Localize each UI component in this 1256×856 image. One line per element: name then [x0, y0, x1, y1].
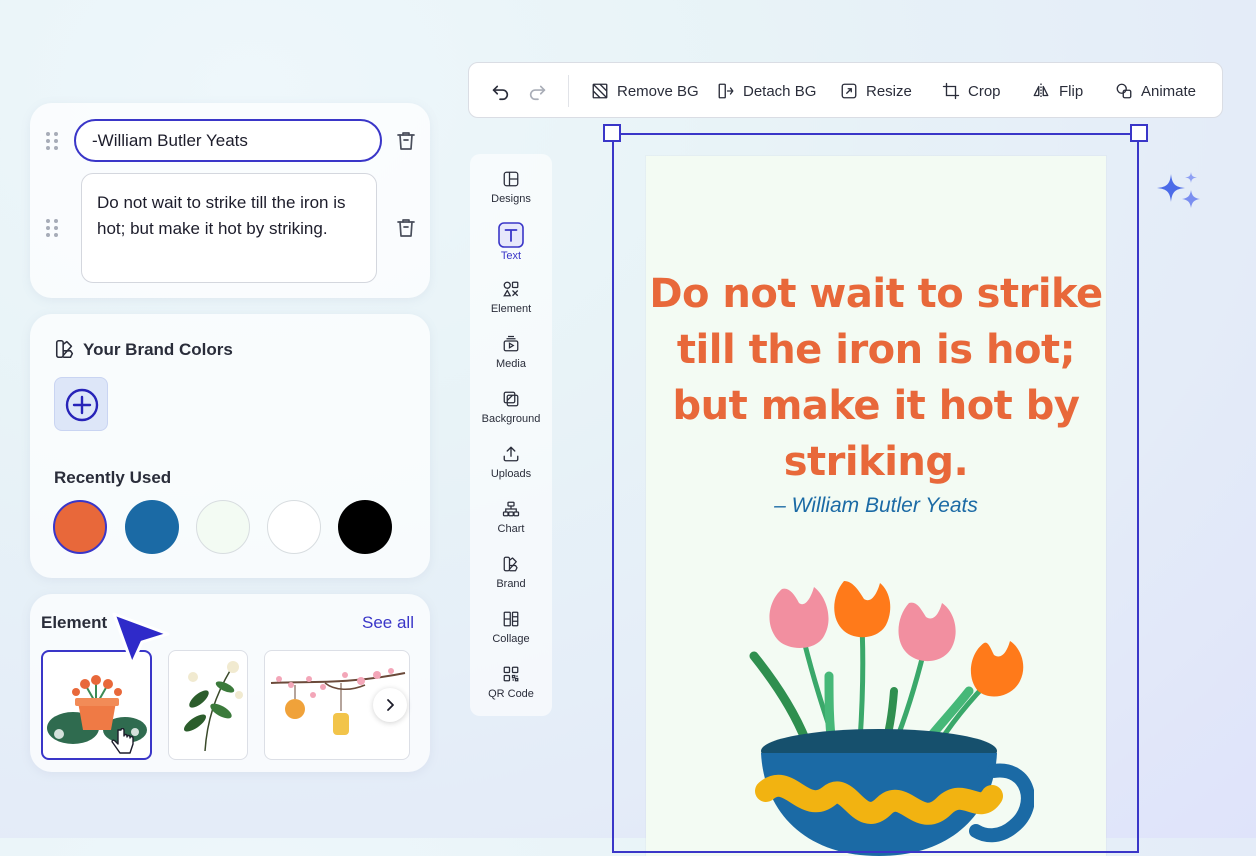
see-all-link[interactable]: See all: [362, 613, 414, 633]
text-icon: [498, 222, 524, 248]
nav-collage-label: Collage: [492, 633, 530, 645]
drag-handle-icon[interactable]: [46, 132, 60, 152]
nav-background-label: Background: [481, 413, 541, 425]
chart-icon: [502, 501, 520, 517]
sparkle-icon: [1157, 172, 1200, 208]
collage-icon: [503, 611, 519, 627]
pointer-arrow-icon: [112, 612, 170, 666]
trash-icon[interactable]: [394, 129, 418, 153]
nav-qr-code-label: QR Code: [488, 688, 534, 700]
leaves-illustration: [183, 661, 243, 752]
redo-icon: [529, 85, 546, 101]
drag-handle-icon[interactable]: [46, 219, 60, 239]
trash-icon[interactable]: [394, 216, 418, 240]
quote-textarea[interactable]: Do not wait to strike till the iron is h…: [81, 173, 377, 283]
qr-code-icon: [503, 666, 519, 682]
nav-designs[interactable]: Designs: [470, 170, 552, 220]
crop-button[interactable]: Crop: [942, 63, 1001, 119]
nav-uploads[interactable]: Uploads: [470, 445, 552, 495]
detach-bg-label: Detach BG: [743, 82, 817, 100]
element-icon: [503, 281, 519, 297]
color-swatch-black[interactable]: [338, 500, 392, 554]
nav-text[interactable]: Text: [470, 222, 552, 272]
remove-bg-icon: [592, 83, 608, 99]
crop-icon: [942, 82, 960, 100]
recently-used-title: Recently Used: [54, 468, 172, 487]
resize-button[interactable]: Resize: [840, 63, 912, 119]
redo-button[interactable]: [527, 63, 549, 119]
color-swatch-orange[interactable]: [53, 500, 107, 554]
upload-icon: [503, 446, 519, 462]
next-arrow-button[interactable]: [373, 688, 407, 722]
resize-handle-top-right[interactable]: [1130, 124, 1148, 142]
detach-bg-icon: [718, 83, 734, 99]
resize-label: Resize: [866, 82, 912, 100]
nav-collage[interactable]: Collage: [470, 610, 552, 660]
nav-uploads-label: Uploads: [490, 468, 532, 480]
resize-icon: [841, 83, 857, 99]
nav-qr-code[interactable]: QR Code: [470, 665, 552, 715]
flip-label: Flip: [1059, 82, 1084, 100]
element-panel: Element See all: [30, 594, 430, 772]
nav-element[interactable]: Element: [470, 280, 552, 330]
color-swatch-blue[interactable]: [125, 500, 179, 554]
color-swatch-mint[interactable]: [196, 500, 250, 554]
nav-background[interactable]: Background: [470, 390, 552, 440]
undo-icon: [492, 85, 509, 101]
side-nav: Designs Text Element Media Background Up…: [470, 154, 552, 716]
brand-icon: [54, 338, 76, 365]
nav-chart[interactable]: Chart: [470, 500, 552, 550]
brand-icon: [503, 556, 518, 572]
animate-label: Animate: [1141, 82, 1197, 100]
animate-icon: [1116, 83, 1132, 99]
nav-media-label: Media: [496, 358, 526, 370]
element-thumb-leaves[interactable]: [168, 650, 248, 760]
background-icon: [503, 391, 519, 407]
designs-icon: [503, 171, 519, 187]
toolbar: Remove BG Detach BG Resize Crop Flip Ani…: [468, 62, 1223, 118]
media-icon: [503, 335, 519, 352]
brand-colors-title: Your Brand Colors: [83, 340, 233, 359]
chevron-right-icon: [387, 699, 394, 711]
nav-chart-label: Chart: [497, 523, 525, 535]
undo-button[interactable]: [489, 63, 511, 119]
remove-bg-button[interactable]: Remove BG: [591, 63, 699, 119]
toolbar-divider: [568, 75, 569, 107]
nav-media[interactable]: Media: [470, 335, 552, 385]
resize-handle-top-left[interactable]: [603, 124, 621, 142]
quote-editor-panel: Do not wait to strike till the iron is h…: [30, 103, 430, 298]
nav-brand-label: Brand: [496, 578, 526, 590]
selection-frame[interactable]: [603, 124, 1148, 853]
flip-icon: [1033, 83, 1049, 99]
color-swatch-white[interactable]: [267, 500, 321, 554]
nav-designs-label: Designs: [491, 193, 531, 205]
animate-button[interactable]: Animate: [1115, 63, 1196, 119]
remove-bg-label: Remove BG: [617, 82, 699, 100]
crop-label: Crop: [968, 82, 1001, 100]
add-color-button[interactable]: [54, 377, 108, 431]
author-input[interactable]: [74, 119, 382, 162]
element-title: Element: [41, 613, 108, 632]
hand-cursor-icon: [111, 728, 134, 754]
nav-brand[interactable]: Brand: [470, 555, 552, 605]
nav-text-label: Text: [500, 250, 522, 262]
flip-button[interactable]: Flip: [1031, 63, 1083, 119]
nav-element-label: Element: [490, 303, 532, 315]
detach-bg-button[interactable]: Detach BG: [717, 63, 816, 119]
brand-colors-panel: Your Brand Colors Recently Used: [30, 314, 430, 578]
